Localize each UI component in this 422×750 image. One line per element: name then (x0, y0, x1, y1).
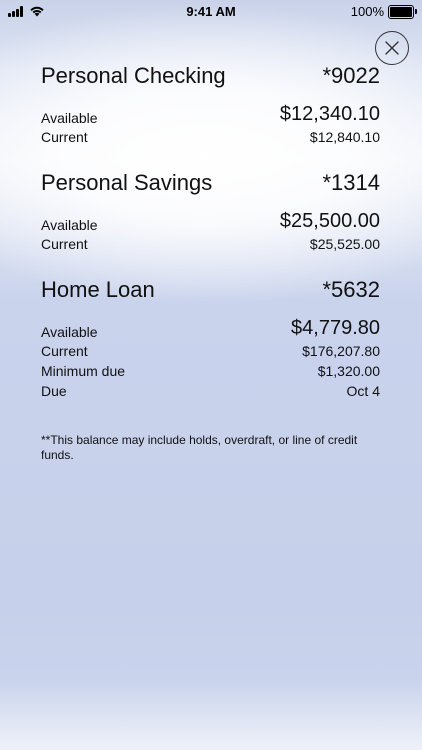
account-header: Personal Savings *1314 (41, 170, 380, 200)
account-name: Personal Checking (41, 63, 226, 88)
account-header: Home Loan *5632 (41, 277, 380, 307)
balance-footnote: **This balance may include holds, overdr… (41, 433, 358, 462)
balance-value: Oct 4 (346, 383, 380, 399)
account-name: Personal Savings (41, 170, 213, 195)
balance-value: $4,779.80 (291, 317, 380, 339)
close-button[interactable] (375, 31, 409, 65)
balance-row-available: Available $4,779.80 (41, 316, 380, 341)
balance-row-current: Current $12,840.10 (41, 127, 380, 147)
battery-percentage: 100% (350, 4, 384, 19)
account-card-personal-savings: Personal Savings *1314 Available $25,500… (41, 170, 380, 254)
balance-value: $25,525.00 (309, 236, 380, 252)
status-right: 100% (350, 4, 417, 19)
battery-icon (388, 4, 417, 19)
account-number: *9022 (322, 63, 380, 88)
balance-row-current: Current $176,207.80 (41, 341, 380, 361)
account-card-personal-checking: Personal Checking *9022 Available $12,34… (41, 63, 380, 147)
balance-row-minimum-due: Minimum due $1,320.00 (41, 361, 380, 381)
balance-value: $12,340.10 (279, 103, 380, 125)
balance-label: Current (41, 129, 88, 145)
balance-value: $1,320.00 (317, 363, 380, 379)
balance-label: Current (41, 236, 88, 252)
account-header: Personal Checking *9022 (41, 63, 380, 93)
account-name: Home Loan (41, 277, 155, 302)
balance-row-available: Available $25,500.00 (41, 209, 380, 234)
balance-label: Due (41, 383, 67, 399)
balance-value: $176,207.80 (302, 343, 380, 359)
balance-label: Current (41, 343, 88, 359)
balance-value: $25,500.00 (279, 210, 380, 232)
balance-value: $12,840.10 (309, 129, 380, 145)
balance-row-due-date: Due Oct 4 (41, 381, 380, 401)
status-bar: 9:41 AM 100% (0, 0, 422, 22)
account-card-home-loan: Home Loan *5632 Available $4,779.80 Curr… (41, 277, 380, 401)
close-icon (385, 41, 399, 55)
balance-label: Available (41, 324, 98, 340)
balance-row-current: Current $25,525.00 (41, 234, 380, 254)
balance-label: Available (41, 217, 98, 233)
balance-label: Minimum due (41, 363, 126, 379)
balance-row-available: Available $12,340.10 (41, 102, 380, 127)
account-number: *1314 (322, 170, 380, 195)
balance-label: Available (41, 110, 98, 126)
account-number: *5632 (322, 277, 380, 302)
